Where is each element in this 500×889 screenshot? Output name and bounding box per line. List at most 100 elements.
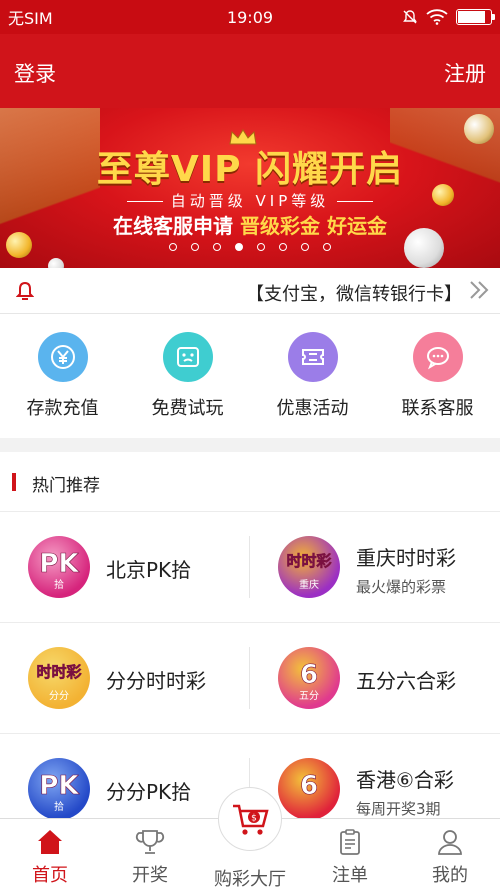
ssc-logo-icon: 时时彩 分分 [28, 647, 90, 709]
quick-entry-icon-bg [412, 332, 463, 382]
app-root: 无SIM 19:09 登录 注册 至尊VIP 闪耀开启 自动晋级 VIP等级 在… [0, 0, 500, 889]
carousel-dot[interactable] [213, 243, 221, 251]
mark-six-logo-icon: 6 五分 [278, 647, 340, 709]
quick-entry-label: 存款充值 [26, 398, 99, 419]
game-name: 北京PK拾 [106, 558, 192, 582]
register-button[interactable]: 注册 [444, 58, 486, 88]
game-name: 分分时时彩 [106, 669, 206, 693]
yen-icon [50, 345, 75, 369]
game-item-3[interactable]: 6 五分 五分六合彩 [250, 623, 500, 734]
user-icon [438, 830, 462, 855]
quick-entry-icon-bg [37, 332, 88, 382]
quick-entry-icon-bg [287, 332, 338, 382]
game-desc: 每周开奖3期 [356, 800, 441, 818]
game-item-2[interactable]: 时时彩 分分 分分时时彩 [0, 623, 250, 734]
game-item-0[interactable]: PK 拾 北京PK拾 [0, 512, 250, 623]
tab-bet-records[interactable]: 注单 [300, 819, 400, 889]
quick-entry-label: 免费试玩 [151, 398, 224, 419]
game-row: PK 拾 北京PK拾 时时彩 重庆 重庆时时彩 最火爆的彩票 [0, 512, 500, 623]
tab-lottery-hall[interactable]: $ 购彩大厅 [200, 787, 300, 889]
game-logo-text: 6 [300, 660, 318, 690]
tab-label: 我的 [432, 865, 468, 886]
quick-entry-icon-bg [162, 332, 213, 382]
carousel-dot[interactable] [301, 243, 309, 251]
quick-entry-label: 优惠活动 [276, 398, 349, 419]
game-logo-text: 时时彩 [36, 663, 81, 681]
pk-logo-icon: PK 拾 [28, 758, 90, 820]
login-button[interactable]: 登录 [14, 58, 56, 88]
game-row: 时时彩 分分 分分时时彩 6 五分 五分六合彩 [0, 623, 500, 734]
game-logo-subtext: 五分 [299, 690, 319, 702]
tab-draw-results[interactable]: 开奖 [100, 819, 200, 889]
banner-promo-highlight1: 晋级彩金 [240, 214, 320, 238]
quick-entry-label: 联系客服 [401, 398, 474, 419]
carousel-dot[interactable] [257, 243, 265, 251]
game-logo-subtext: 重庆 [299, 578, 319, 591]
app-header: 登录 注册 [0, 34, 500, 108]
notice-bar[interactable]: 【支付宝，微信转银行卡】 [0, 268, 500, 314]
quick-entry-promotions[interactable]: 优惠活动 [250, 314, 375, 438]
tab-label: 购彩大厅 [214, 869, 286, 889]
game-logo-text: 6 [300, 771, 318, 801]
tab-label: 注单 [332, 865, 368, 886]
carousel-dot[interactable] [235, 243, 243, 251]
quick-entry-free-trial[interactable]: 免费试玩 [125, 314, 250, 438]
notice-text: 【支付宝，微信转银行卡】 [246, 284, 462, 305]
game-name: 五分六合彩 [356, 669, 456, 693]
pk-logo-icon: PK 拾 [28, 536, 90, 598]
tab-label: 首页 [32, 865, 68, 886]
game-name: 重庆时时彩 [356, 546, 456, 570]
game-name: 分分PK拾 [106, 780, 192, 804]
carousel-dot[interactable] [191, 243, 199, 251]
carousel-dot[interactable] [323, 243, 331, 251]
carousel-dot[interactable] [169, 243, 177, 251]
cart-bubble: $ [218, 787, 282, 851]
lottery-ball-decoration [48, 258, 64, 268]
mark-six-logo-icon: 6 [278, 758, 340, 820]
tab-home[interactable]: 首页 [0, 819, 100, 889]
section-header-hot: 热门推荐 [0, 452, 500, 512]
game-logo-subtext: 拾 [54, 578, 64, 591]
game-desc: 最火爆的彩票 [356, 578, 447, 596]
controller-icon [176, 347, 199, 367]
game-logo-subtext: 分分 [49, 690, 69, 702]
battery-icon [456, 9, 495, 25]
status-icons [402, 9, 495, 25]
section-accent-bar [12, 473, 16, 491]
game-item-1[interactable]: 时时彩 重庆 重庆时时彩 最火爆的彩票 [250, 512, 500, 623]
game-logo-text: 时时彩 [286, 552, 331, 570]
game-logo-text: PK [39, 549, 79, 579]
ssc-logo-icon: 时时彩 重庆 [278, 536, 340, 598]
game-logo-subtext: 拾 [54, 800, 64, 813]
mute-icon [403, 10, 417, 24]
banner-title: 至尊VIP 闪耀开启 [96, 149, 404, 190]
banner-promo-prefix: 在线客服申请 [113, 214, 234, 238]
home-icon [38, 830, 62, 854]
clipboard-icon [340, 829, 360, 855]
cart-icon: $ [233, 804, 269, 835]
carousel-dot[interactable] [279, 243, 287, 251]
promo-banner[interactable]: 至尊VIP 闪耀开启 自动晋级 VIP等级 在线客服申请 晋级彩金 好运金 [0, 108, 500, 268]
section-title: 热门推荐 [32, 476, 100, 496]
status-bar: 无SIM 19:09 [0, 0, 500, 34]
banner-subtitle: 自动晋级 VIP等级 [0, 190, 500, 211]
tab-label: 开奖 [132, 865, 168, 886]
quick-entry-deposit[interactable]: 存款充值 [0, 314, 125, 438]
battery-level [458, 11, 485, 23]
banner-promo-highlight2: 好运金 [326, 214, 387, 238]
quick-entry-customer-service[interactable]: 联系客服 [375, 314, 500, 438]
trophy-icon [135, 830, 165, 854]
chat-icon [426, 347, 449, 370]
banner-promo: 在线客服申请 晋级彩金 好运金 [0, 210, 500, 239]
tab-my-account[interactable]: 我的 [400, 819, 500, 889]
wifi-icon [426, 9, 448, 25]
game-logo-text: PK [39, 771, 79, 801]
bottom-tab-bar: 首页 开奖 $ 购彩大厅 注单 我的 [0, 787, 500, 889]
quick-entry-grid: 存款充值 免费试玩 优惠活动 联系客服 [0, 314, 500, 438]
svg-text:$: $ [251, 814, 257, 824]
game-name: 香港⑥合彩 [356, 768, 454, 792]
carousel-indicator [0, 243, 500, 251]
ticket-icon [301, 349, 324, 365]
double-chevron-right-icon[interactable] [468, 280, 490, 300]
bell-icon [16, 281, 34, 300]
